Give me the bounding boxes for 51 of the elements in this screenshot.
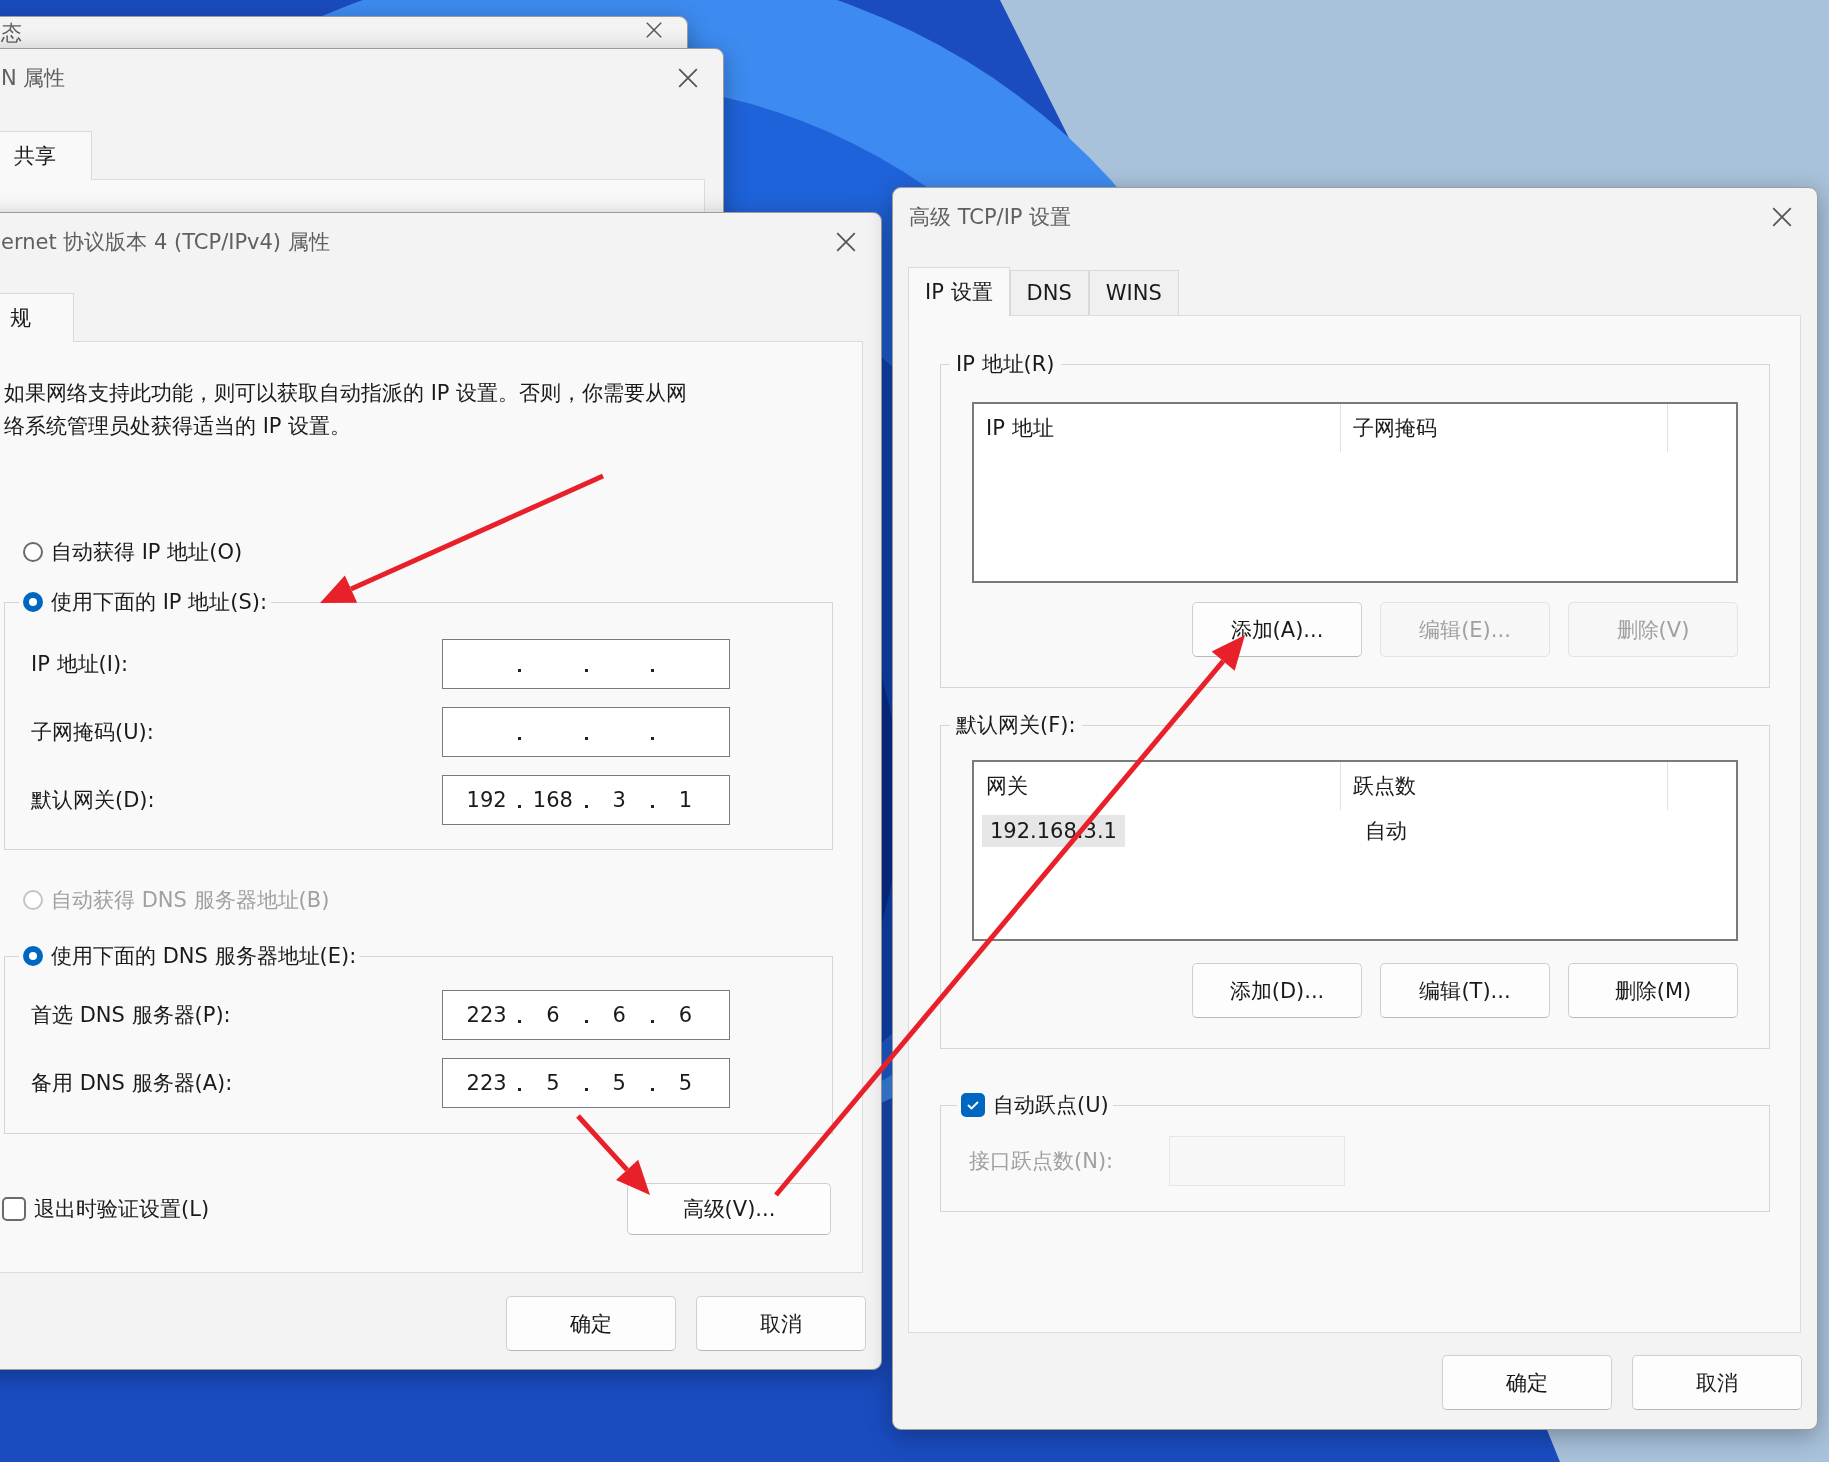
- checkbox-label[interactable]: 退出时验证设置(L): [34, 1195, 210, 1223]
- tab[interactable]: WINS: [1088, 270, 1179, 315]
- field-label: 备用 DNS 服务器(A):: [31, 1070, 234, 1097]
- list-button[interactable]: 添加(D)...: [1192, 963, 1362, 1018]
- list-cell[interactable]: 自动: [1357, 813, 1415, 849]
- ip-address-field[interactable]: 223 6 6 6: [442, 990, 730, 1040]
- ip-address-field[interactable]: [442, 639, 730, 689]
- group-label: IP 地址(R): [955, 351, 1056, 378]
- field-label: 默认网关(D):: [31, 787, 156, 814]
- field-label: 子网掩码(U):: [31, 719, 155, 746]
- group-label: 默认网关(F):: [955, 712, 1077, 739]
- dialog-button[interactable]: 确定: [506, 1296, 676, 1351]
- radio-button[interactable]: [23, 542, 43, 562]
- tab[interactable]: 共享: [0, 131, 92, 180]
- radio-label[interactable]: 自动获得 IP 地址(O): [51, 538, 243, 566]
- column-header[interactable]: 跃点数: [1341, 762, 1668, 810]
- description-text: 如果网络支持此功能，则可以获取自动指派的 IP 设置。否则，你需要从网络系统管理员处获得适当的 IP 设置。: [4, 380, 689, 440]
- field-label: 接口跃点数(N):: [969, 1148, 1115, 1175]
- radio-button[interactable]: [23, 592, 43, 612]
- column-header[interactable]: 子网掩码: [1341, 404, 1668, 452]
- window-title: 态: [1, 21, 22, 45]
- ip-address-field[interactable]: [442, 707, 730, 757]
- checkbox[interactable]: [961, 1093, 985, 1117]
- dialog-button[interactable]: 取消: [696, 1296, 866, 1351]
- dialog-button[interactable]: 取消: [1632, 1355, 1802, 1410]
- field-label: IP 地址(I):: [31, 651, 130, 678]
- dialog-button[interactable]: 确定: [1442, 1355, 1612, 1410]
- list-view[interactable]: IP 地址 子网掩码: [972, 402, 1738, 583]
- ip-address-field[interactable]: 192 168 3 1: [442, 775, 730, 825]
- radio-button[interactable]: [23, 946, 43, 966]
- field-label: 首选 DNS 服务器(P):: [31, 1002, 232, 1029]
- tab[interactable]: IP 设置: [908, 267, 1010, 316]
- tab[interactable]: DNS: [1009, 270, 1089, 315]
- close-icon[interactable]: [835, 231, 857, 253]
- column-header[interactable]: 网关: [974, 762, 1341, 810]
- window-title: 高级 TCP/IP 设置: [909, 204, 1072, 231]
- ip-address-field[interactable]: 223 5 5 5: [442, 1058, 730, 1108]
- checkbox[interactable]: [2, 1197, 26, 1221]
- column-header[interactable]: IP 地址: [974, 404, 1341, 452]
- list-button[interactable]: 编辑(T)...: [1380, 963, 1550, 1018]
- window-title: N 属性: [1, 65, 66, 92]
- tab[interactable]: 规: [0, 293, 74, 342]
- checkbox-label[interactable]: 自动跃点(U): [993, 1091, 1109, 1119]
- close-icon[interactable]: [645, 21, 663, 39]
- close-icon[interactable]: [677, 67, 699, 89]
- list-button[interactable]: 删除(M): [1568, 963, 1738, 1018]
- window-title: ernet 协议版本 4 (TCP/IPv4) 属性: [1, 229, 330, 256]
- radio-label[interactable]: 使用下面的 DNS 服务器地址(E):: [51, 942, 357, 970]
- close-icon[interactable]: [1771, 206, 1793, 228]
- radio-label[interactable]: 使用下面的 IP 地址(S):: [51, 588, 267, 616]
- advanced-button[interactable]: 高级(V)...: [627, 1183, 831, 1235]
